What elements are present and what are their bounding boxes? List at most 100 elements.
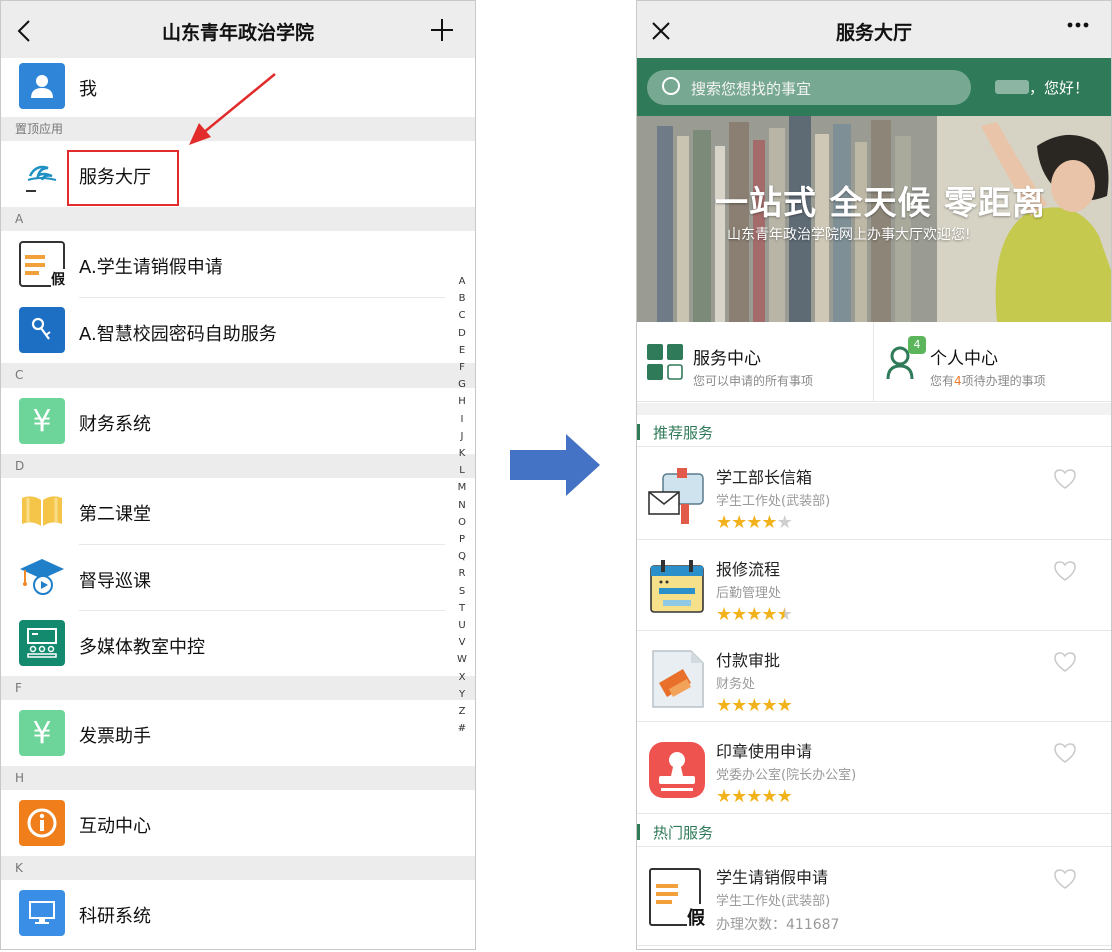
index-letter[interactable]: G (453, 376, 471, 393)
add-icon[interactable] (431, 19, 453, 41)
index-letter[interactable]: B (453, 290, 471, 307)
service-dept: 学生工作处(武装部) (716, 494, 831, 509)
star-rating: ★★★★★ (716, 786, 793, 807)
star-icon: ★ (761, 604, 777, 625)
more-icon[interactable] (1067, 22, 1089, 28)
star-icon: ★ (746, 512, 762, 533)
index-letter[interactable]: A (453, 273, 471, 290)
index-letter[interactable]: Y (453, 686, 471, 703)
index-letter[interactable]: L (453, 462, 471, 479)
index-letter[interactable]: M (453, 479, 471, 496)
favorite-heart-icon[interactable] (1053, 742, 1077, 764)
index-letter[interactable]: R (453, 565, 471, 582)
left-header: 山东青年政治学院 (1, 1, 475, 58)
star-icon: ★ (716, 695, 732, 716)
star-icon: ★ (731, 512, 747, 533)
section-title: 推荐服务 (653, 424, 714, 442)
list-item[interactable]: 科研系统 (1, 880, 475, 946)
list-item-label: 财务系统 (79, 414, 151, 435)
index-letter[interactable]: K (453, 445, 471, 462)
search-bar: 搜索您想找的事宜 ，您好！ (637, 58, 1111, 116)
list-item[interactable]: 多媒体教室中控 (1, 611, 475, 676)
service-center-desc: 您可以申请的所有事项 (693, 374, 814, 388)
mailbox-icon (648, 468, 704, 524)
list-item[interactable]: ¥ 财务系统 (1, 388, 475, 454)
index-letter[interactable]: # (453, 720, 471, 737)
personal-center-entry[interactable]: 4 个人中心 您有4项待办理的事项 (874, 322, 1111, 402)
list-item-label: 发票助手 (79, 726, 151, 747)
service-dept: 学生工作处(武装部) (716, 894, 831, 909)
service-name: 学生请销假申请 (716, 868, 829, 887)
index-letter[interactable]: I (453, 411, 471, 428)
service-item[interactable]: 印章使用申请 党委办公室(院长办公室) ★★★★★ (637, 722, 1111, 814)
favorite-heart-icon[interactable] (1053, 468, 1077, 490)
seal-stamp-icon (649, 742, 705, 798)
service-item[interactable]: 付款审批 财务处 ★★★★★ (637, 631, 1111, 722)
list-item[interactable]: ¥ 发票助手 (1, 700, 475, 766)
index-letter[interactable]: S (453, 583, 471, 600)
highlight-box (67, 150, 179, 206)
service-center-entry[interactable]: 服务中心 您可以申请的所有事项 (637, 322, 873, 402)
info-icon (19, 800, 65, 846)
index-letter[interactable]: O (453, 514, 471, 531)
service-item[interactable]: 报修流程 后勤管理处 ★★★★★ (637, 540, 1111, 631)
favorite-heart-icon[interactable] (1053, 560, 1077, 582)
left-screen: 山东青年政治学院 我 置顶应用 服务大厅 A 假 A.学生请销假申请 A.智慧校… (0, 0, 476, 950)
open-book-icon (19, 488, 65, 534)
star-icon: ★ (746, 786, 762, 807)
index-letter[interactable]: U (453, 617, 471, 634)
alphabet-index[interactable]: A B C D E F G H I J K L M N O P Q R S T U V W X Y Z # (453, 273, 471, 737)
star-rating: ★★★★★ (716, 512, 793, 533)
list-item-label: A.智慧校园密码自助服务 (79, 324, 277, 345)
index-letter[interactable]: D (453, 325, 471, 342)
service-name: 付款审批 (716, 651, 781, 670)
index-letter[interactable]: W (453, 651, 471, 668)
index-letter[interactable]: F (453, 359, 471, 376)
index-letter[interactable]: Q (453, 548, 471, 565)
repair-calendar-icon (650, 560, 704, 613)
index-letter[interactable]: X (453, 669, 471, 686)
transition-arrow-icon (510, 434, 600, 496)
search-icon (662, 77, 680, 95)
index-letter[interactable]: E (453, 342, 471, 359)
section-header-f: F (1, 676, 475, 700)
star-icon: ★ (776, 604, 793, 625)
service-name: 学工部长信箱 (716, 468, 813, 487)
favorite-heart-icon[interactable] (1053, 651, 1077, 673)
list-item-label: 督导巡课 (79, 571, 151, 592)
payment-card-icon (652, 650, 704, 708)
star-icon: ★ (716, 786, 732, 807)
index-letter[interactable]: C (453, 307, 471, 324)
leave-request-icon: 假 (19, 241, 65, 289)
index-letter[interactable]: Z (453, 703, 471, 720)
index-letter[interactable]: V (453, 634, 471, 651)
red-pointer-arrow-icon (189, 73, 276, 145)
section-header-c: C (1, 363, 475, 388)
star-icon: ★ (761, 512, 777, 533)
list-item[interactable]: 假 A.学生请销假申请 (1, 231, 475, 297)
grid-apps-icon (647, 344, 683, 380)
me-label: 我 (79, 79, 97, 100)
index-letter[interactable]: P (453, 531, 471, 548)
list-item[interactable]: 互动中心 (1, 790, 475, 856)
right-screen: 服务大厅 搜索您想找的事宜 ，您好！ 一站式 全天候 零距离 山东青年政治学院网… (636, 0, 1112, 950)
list-item-label: A.学生请销假申请 (79, 257, 223, 278)
section-header-d: D (1, 454, 475, 478)
list-item[interactable]: 第二课堂 (1, 478, 475, 544)
index-letter[interactable]: T (453, 600, 471, 617)
index-letter[interactable]: N (453, 497, 471, 514)
favorite-heart-icon[interactable] (1053, 868, 1077, 890)
index-letter[interactable]: H (453, 393, 471, 410)
list-item[interactable]: A.智慧校园密码自助服务 (1, 298, 475, 363)
star-icon: ★ (761, 695, 777, 716)
index-letter[interactable]: J (453, 428, 471, 445)
search-input[interactable]: 搜索您想找的事宜 (647, 70, 971, 105)
star-icon: ★ (731, 695, 747, 716)
banner[interactable]: 一站式 全天候 零距离 山东青年政治学院网上办事大厅欢迎您! (637, 116, 1111, 322)
service-item[interactable]: 假 学生请销假申请 学生工作处(武装部) 办理次数：411687 (637, 848, 1111, 946)
service-item[interactable]: 学工部长信箱 学生工作处(武装部) ★★★★★ (637, 448, 1111, 540)
service-dept: 后勤管理处 (716, 586, 782, 601)
recommended-section-header: 推荐服务 (637, 415, 1111, 447)
monitor-icon (19, 890, 65, 936)
list-item[interactable]: 督导巡课 (1, 545, 475, 610)
